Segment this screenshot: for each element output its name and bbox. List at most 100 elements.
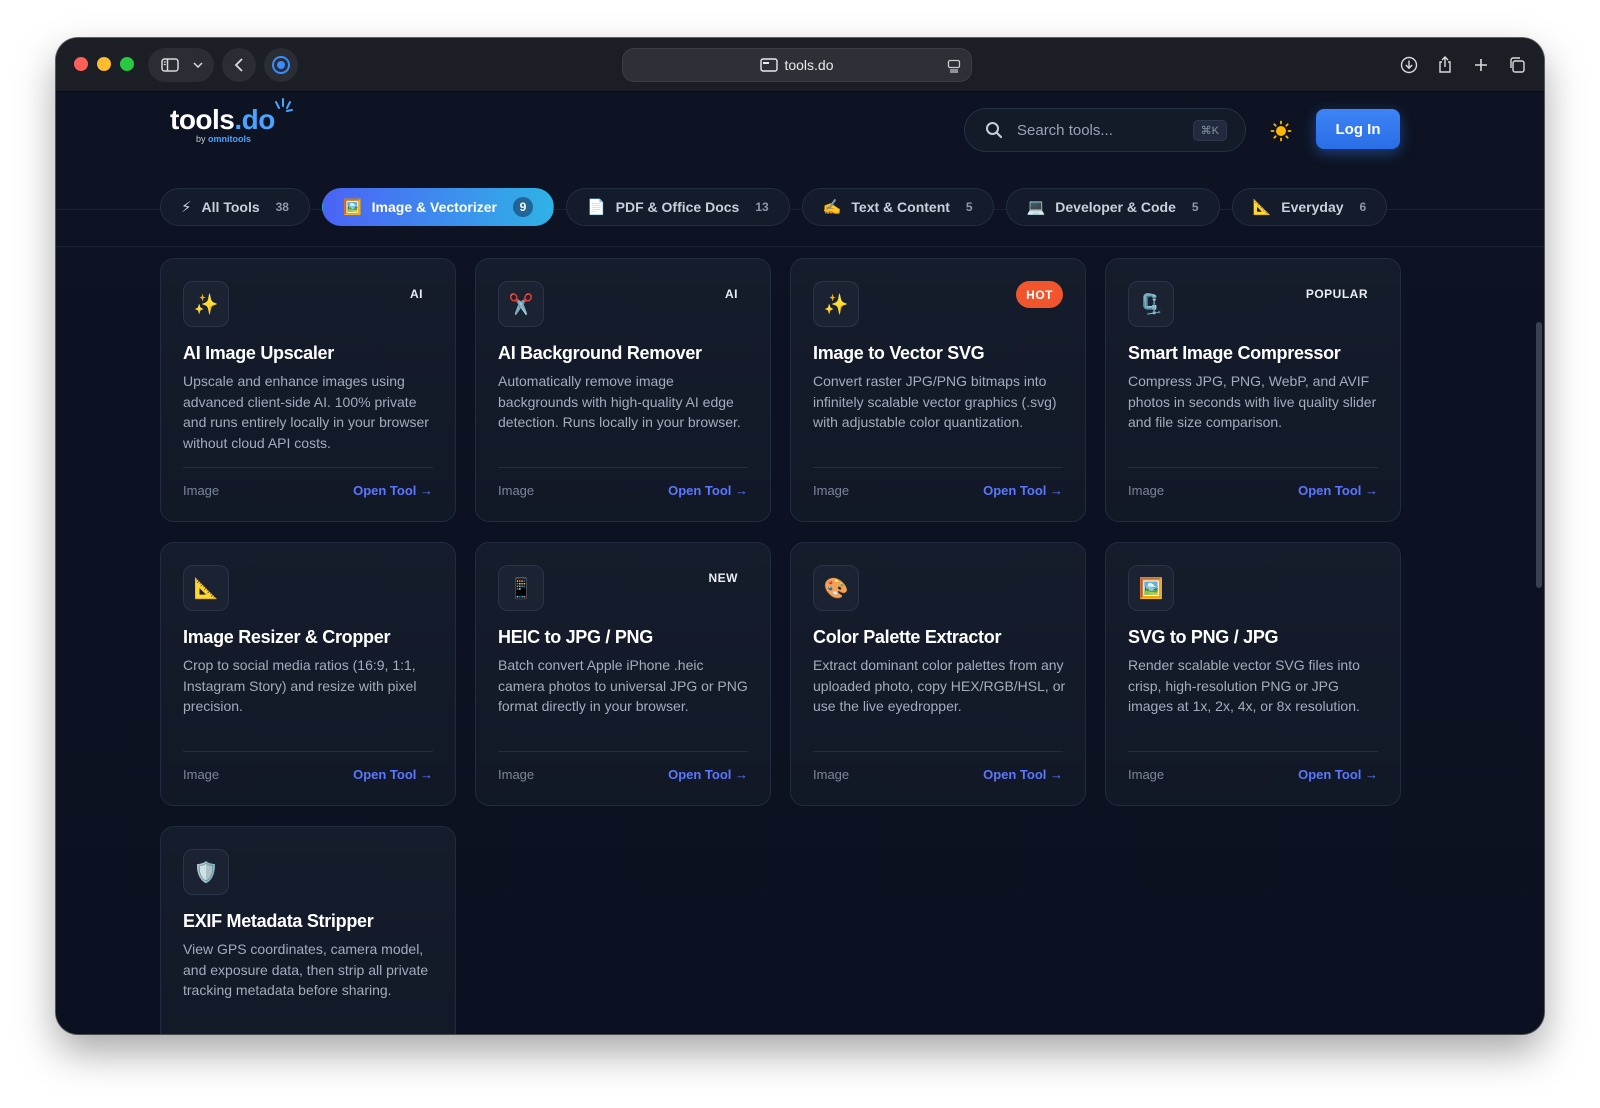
tab-label: PDF & Office Docs: [615, 199, 740, 215]
sparkles-icon: ✨: [183, 281, 229, 327]
tool-card-image-to-vector-svg[interactable]: ✨ HOT Image to Vector SVG Convert raster JP…: [790, 258, 1086, 522]
open-tool-link[interactable]: Open Tool →: [353, 767, 433, 782]
tab-image-vectorizer[interactable]: 🖼️ Image & Vectorizer 9: [321, 188, 554, 226]
tool-title: Smart Image Compressor: [1128, 343, 1341, 363]
tool-card-heic-to-jpg-png[interactable]: 📱 NEW HEIC to JPG / PNG Batch convert Apple…: [475, 542, 771, 806]
zoom-window-button[interactable]: [120, 57, 134, 71]
tab-count-badge: 5: [965, 200, 973, 214]
picture-icon: 🖼️: [342, 199, 362, 216]
logo-rays-icon: [275, 98, 293, 112]
tab-text-content[interactable]: ✍️ Text & Content 5: [801, 188, 994, 226]
tab-count-badge: 13: [755, 200, 769, 214]
tool-title: AI Background Remover: [498, 343, 702, 363]
tool-category: Image: [813, 483, 850, 498]
lightning-icon: ⚡: [181, 199, 192, 216]
minimize-window-button[interactable]: [97, 57, 111, 71]
open-tool-link[interactable]: Open Tool →: [668, 483, 748, 498]
browser-actions: [1392, 48, 1534, 82]
tool-description: Upscale and enhance images using advance…: [183, 373, 429, 451]
tab-all-tools[interactable]: ⚡ All Tools 38: [160, 188, 310, 226]
tool-title: Image Resizer & Cropper: [183, 627, 391, 647]
tab-label: Everyday: [1281, 199, 1344, 215]
page: tools.do by omnitools Search tools... ⌘K…: [56, 92, 1544, 1034]
close-window-button[interactable]: [74, 57, 88, 71]
ruler-triangle-icon: 📐: [1252, 199, 1272, 216]
tab-count-badge: 38: [275, 200, 289, 214]
login-button[interactable]: Log In: [1316, 109, 1400, 149]
search-placeholder: Search tools...: [1017, 121, 1113, 139]
site-logo[interactable]: tools.do by omnitools: [170, 98, 293, 144]
back-button[interactable]: [222, 48, 256, 82]
address-bar[interactable]: tools.do: [622, 48, 972, 82]
tool-title: SVG to PNG / JPG: [1128, 627, 1279, 647]
tool-card-svg-to-png-jpg[interactable]: 🖼️ SVG to PNG / JPG Render scalable vector…: [1105, 542, 1401, 806]
tab-overview-icon[interactable]: [1500, 48, 1534, 82]
scissors-icon: ✂️: [498, 281, 544, 327]
downloads-icon[interactable]: [1392, 48, 1426, 82]
sidebar-toggle-group[interactable]: [148, 48, 214, 82]
open-tool-link[interactable]: Open Tool →: [668, 767, 748, 782]
browser-window: tools.do tools.do by omnitools Search to…: [56, 38, 1544, 1034]
page-scrollbar[interactable]: [1536, 322, 1542, 588]
tool-card-ai-image-upscaler[interactable]: ✨ AI AI Image Upscaler Upscale and enhance …: [160, 258, 456, 522]
tool-badge: NEW: [708, 571, 738, 585]
clamp-icon: 🗜️: [1128, 281, 1174, 327]
tool-badge: AI: [725, 287, 738, 301]
tools-grid: ✨ AI AI Image Upscaler Upscale and enhance …: [160, 258, 1401, 1034]
tab-pdf-office-docs[interactable]: 📄 PDF & Office Docs 13: [565, 188, 790, 226]
logo-tld: .do: [234, 104, 275, 135]
card-divider: [183, 751, 433, 752]
ruler-triangle-icon: 📐: [183, 565, 229, 611]
logo-by: by: [196, 134, 206, 144]
tool-category: Image: [498, 483, 535, 498]
browser-toolbar: tools.do: [56, 38, 1544, 92]
tab-label: Image & Vectorizer: [371, 199, 497, 215]
open-tool-link[interactable]: Open Tool →: [983, 483, 1063, 498]
tool-description: Automatically remove image backgrounds w…: [498, 373, 741, 430]
tool-badge: AI: [410, 287, 423, 301]
open-tool-link[interactable]: Open Tool →: [983, 767, 1063, 782]
tool-description: Render scalable vector SVG files into cr…: [1128, 657, 1360, 714]
new-tab-icon[interactable]: [1464, 48, 1498, 82]
open-tool-link[interactable]: Open Tool →: [1298, 767, 1378, 782]
card-divider: [1128, 751, 1378, 752]
sidebar-icon[interactable]: [153, 48, 187, 82]
tool-description: Batch convert Apple iPhone .heic camera …: [498, 657, 748, 714]
card-divider: [498, 467, 748, 468]
tool-badge: HOT: [1016, 281, 1063, 308]
tool-card-ai-background-remover[interactable]: ✂️ AI AI Background Remover Automatically r…: [475, 258, 771, 522]
extension-icon: [272, 56, 290, 74]
tool-category: Image: [498, 767, 535, 782]
tab-count-badge: 6: [1359, 200, 1367, 214]
sparkles-icon: ✨: [813, 281, 859, 327]
chevron-down-icon[interactable]: [187, 48, 209, 82]
theme-toggle-button[interactable]: [1268, 118, 1294, 144]
tab-label: All Tools: [201, 199, 260, 215]
open-tool-link[interactable]: Open Tool →: [353, 483, 433, 498]
card-divider: [813, 467, 1063, 468]
writing-hand-icon: ✍️: [822, 199, 842, 216]
tool-category: Image: [1128, 483, 1165, 498]
extension-button[interactable]: [264, 48, 298, 82]
tab-count-badge: 9: [512, 197, 533, 217]
shield-icon: 🛡️: [183, 849, 229, 895]
tool-description: Compress JPG, PNG, WebP, and AVIF photos…: [1128, 373, 1377, 430]
tool-badge: POPULAR: [1305, 287, 1368, 301]
share-icon[interactable]: [1428, 48, 1462, 82]
tool-card-color-palette-extractor[interactable]: 🎨 Color Palette Extractor Extract dominant…: [790, 542, 1086, 806]
tool-category: Image: [1128, 767, 1165, 782]
tool-card-smart-image-compressor[interactable]: 🗜️ POPULAR Smart Image Compressor Compress …: [1105, 258, 1401, 522]
mobile-phone-icon: 📱: [498, 565, 544, 611]
tool-title: HEIC to JPG / PNG: [498, 627, 653, 647]
url-text: tools.do: [784, 57, 834, 73]
tab-everyday[interactable]: 📐 Everyday 6: [1231, 188, 1388, 226]
tool-card-image-resizer-cropper[interactable]: 📐 Image Resizer & Cropper Crop to social m…: [160, 542, 456, 806]
open-tool-link[interactable]: Open Tool →: [1298, 483, 1378, 498]
tool-category: Image: [813, 767, 850, 782]
search-input[interactable]: Search tools... ⌘K: [964, 108, 1246, 152]
laptop-icon: 💻: [1026, 199, 1046, 216]
tab-developer-code[interactable]: 💻 Developer & Code 5: [1005, 188, 1220, 226]
reader-icon[interactable]: [947, 59, 961, 73]
tool-card-exif-metadata-stripper[interactable]: 🛡️ EXIF Metadata Stripper View GPS coordin…: [160, 826, 456, 1034]
search-icon: [986, 122, 1003, 139]
